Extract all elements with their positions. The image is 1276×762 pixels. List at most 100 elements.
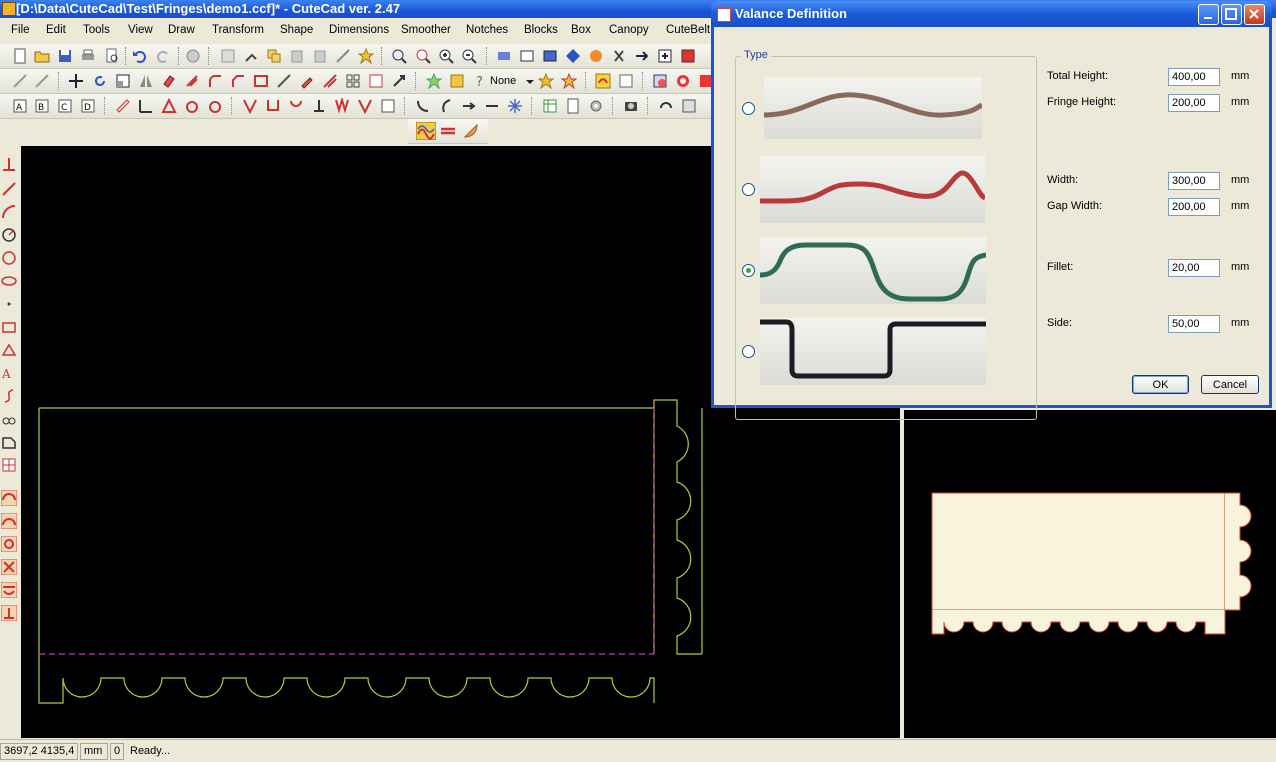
loop-icon[interactable] [658,98,674,114]
rounded-wave-cord-image[interactable] [759,156,987,223]
palette-icon[interactable] [588,48,604,64]
scissors-icon[interactable] [611,48,627,64]
link-tool-icon[interactable] [1,411,17,427]
circle-tool-icon[interactable] [1,250,17,266]
menu-smoother[interactable]: Smoother [401,24,451,36]
circle-center-icon[interactable] [1,227,17,243]
table-icon[interactable] [519,48,535,64]
notch-t-icon[interactable] [311,98,327,114]
menu-notches[interactable]: Notches [466,24,508,36]
chevron-down-icon[interactable] [522,73,538,89]
favorite-icon[interactable] [358,48,374,64]
fillet-wave-cord-image[interactable] [759,237,987,304]
type-radio-1[interactable] [742,102,755,115]
menu-file[interactable]: File [11,24,30,36]
notch-multi-icon[interactable] [357,98,373,114]
extend-icon[interactable] [34,73,50,89]
valance-ring-icon[interactable] [1,536,17,552]
valance-tool-icon[interactable] [416,122,436,140]
valance-arch-icon[interactable] [1,513,17,529]
print-preview-icon[interactable] [104,48,120,64]
app-icon[interactable] [2,2,16,16]
menu-shape[interactable]: Shape [280,24,313,36]
notch-v-icon[interactable] [242,98,258,114]
stretch-icon[interactable] [391,73,407,89]
text-center-icon[interactable]: C [57,98,73,114]
new-file-icon[interactable] [12,48,28,64]
offset-icon[interactable] [184,73,200,89]
paste-icon[interactable] [289,48,305,64]
hatch-tool-icon[interactable] [1,457,17,473]
text-tool-icon[interactable]: A [1,365,17,381]
explode-icon[interactable] [368,73,384,89]
width-input[interactable] [1168,172,1220,190]
curve-smooth-icon[interactable] [438,98,454,114]
line-tool-icon[interactable] [1,181,17,197]
text-left-icon[interactable]: A [12,98,28,114]
text-bold-icon[interactable]: B [34,98,50,114]
type-radio-4[interactable] [742,345,755,358]
dialog-title-bar[interactable]: Valance Definition [711,1,1272,27]
insert-block-icon[interactable] [657,48,673,64]
fringe-height-input[interactable] [1168,94,1220,112]
chamfer-icon[interactable] [230,73,246,89]
zoom-window-icon[interactable] [415,48,431,64]
redo-icon[interactable] [155,48,171,64]
valance-tee-icon[interactable] [1,605,17,621]
menu-cutebelt[interactable]: CuteBelt [666,24,710,36]
shape-tool-icon[interactable] [1,434,17,450]
spreadsheet-icon[interactable] [542,98,558,114]
pen-icon[interactable] [299,73,315,89]
erase-icon[interactable] [161,73,177,89]
snap-grid-icon[interactable] [220,48,236,64]
measure-icon[interactable] [335,48,351,64]
notch-u-icon[interactable] [265,98,281,114]
menu-view[interactable]: View [128,24,153,36]
array-icon[interactable] [345,73,361,89]
layer-lock-icon[interactable] [449,73,465,89]
menu-box[interactable]: Box [571,24,591,36]
notch-double-v-icon[interactable] [334,98,350,114]
minimize-button[interactable] [1198,4,1219,25]
zoom-out-icon[interactable] [461,48,477,64]
gap-width-input[interactable] [1168,198,1220,216]
copy-icon[interactable] [266,48,282,64]
menu-edit[interactable]: Edit [46,24,66,36]
cancel-button[interactable]: Cancel [1201,375,1259,394]
diamond-icon[interactable] [565,48,581,64]
arrow-right-icon[interactable] [461,98,477,114]
lifebuoy-icon[interactable] [675,73,691,89]
color-icon[interactable] [595,73,611,89]
dimension-icon[interactable] [138,98,154,114]
spline-tool-icon[interactable] [1,388,17,404]
polygon-tool-icon[interactable] [1,342,17,358]
valance-swag-icon[interactable] [1,582,17,598]
zoom-in-icon[interactable] [438,48,454,64]
ok-button[interactable]: OK [1132,375,1189,394]
dot-tool-icon[interactable] [1,296,17,312]
valance-cross-icon[interactable] [1,559,17,575]
move-icon[interactable] [68,73,84,89]
type-radio-3[interactable] [742,264,755,277]
undo-icon[interactable] [132,48,148,64]
notch-edit-icon[interactable] [380,98,396,114]
stars-icon[interactable] [561,73,577,89]
blocks-icon[interactable] [652,73,668,89]
snowflake-icon[interactable] [507,98,523,114]
menu-draw[interactable]: Draw [168,24,195,36]
menu-transform[interactable]: Transform [212,24,264,36]
radius-dim-icon[interactable] [207,98,223,114]
angle-dim-icon[interactable] [184,98,200,114]
triangle-dim-icon[interactable] [161,98,177,114]
window-icon[interactable] [542,48,558,64]
duplicate-icon[interactable] [312,48,328,64]
close-button[interactable] [1244,4,1265,25]
total-height-input[interactable] [1168,68,1220,86]
notch-round-icon[interactable] [288,98,304,114]
mirror-icon[interactable] [138,73,154,89]
gear-icon[interactable] [588,98,604,114]
rectangle-icon[interactable] [1,319,17,335]
panel-icon[interactable] [681,98,697,114]
gentle-wave-cord-image[interactable] [763,77,984,139]
ruler-icon[interactable] [115,98,131,114]
